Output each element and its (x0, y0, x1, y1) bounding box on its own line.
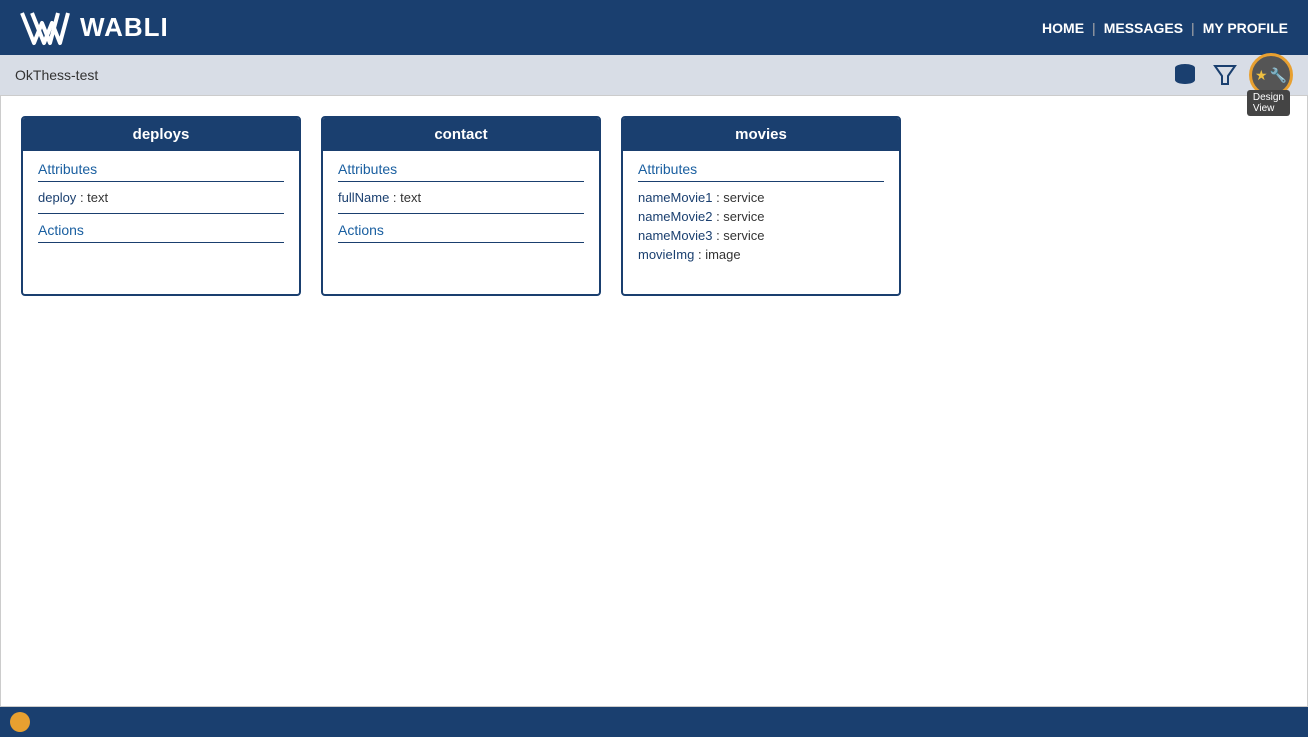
card-movies: movies Attributes nameMovie1 : service n… (621, 116, 901, 296)
project-name: OkThess-test (15, 67, 98, 83)
nav-sep-2: | (1191, 20, 1195, 36)
contact-actions-label: Actions (338, 222, 584, 243)
filter-icon (1211, 61, 1239, 89)
design-view-tooltip: DesignView (1247, 90, 1290, 116)
database-icon-btn[interactable] (1169, 59, 1201, 91)
star-icon: ★ (1255, 67, 1268, 84)
movies-attr-2: nameMovie3 : service (638, 228, 884, 243)
nav-home[interactable]: HOME (1042, 20, 1084, 36)
nav-sep-1: | (1092, 20, 1096, 36)
design-view-btn[interactable]: ★ 🔧 DesignView (1249, 53, 1293, 97)
contact-attributes-label: Attributes (338, 161, 584, 182)
movies-attr-0: nameMovie1 : service (638, 190, 884, 205)
main-nav: HOME | MESSAGES | MY PROFILE (1042, 20, 1288, 36)
subheader: OkThess-test ★ 🔧 DesignView (0, 55, 1308, 95)
wrench-icon: 🔧 (1270, 67, 1287, 84)
logo-icon (20, 8, 70, 48)
filter-icon-btn[interactable] (1209, 59, 1241, 91)
logo: WABLI (20, 8, 169, 48)
app-header: WABLI HOME | MESSAGES | MY PROFILE (0, 0, 1308, 55)
movies-attributes-label: Attributes (638, 161, 884, 182)
database-icon (1171, 61, 1199, 89)
card-deploys-body: Attributes deploy : text Actions (23, 151, 299, 261)
cards-container: deploys Attributes deploy : text Actions… (21, 116, 1287, 296)
card-movies-header: movies (623, 118, 899, 151)
movies-attr-3: movieImg : image (638, 247, 884, 262)
deploys-attr-deploy: deploy : text (38, 190, 284, 205)
bottom-bar (0, 707, 1308, 737)
card-contact: contact Attributes fullName : text Actio… (321, 116, 601, 296)
subheader-icons: ★ 🔧 DesignView (1169, 53, 1293, 97)
card-contact-body: Attributes fullName : text Actions (323, 151, 599, 261)
card-contact-header: contact (323, 118, 599, 151)
movies-attr-1: nameMovie2 : service (638, 209, 884, 224)
card-deploys: deploys Attributes deploy : text Actions (21, 116, 301, 296)
deploys-attributes-label: Attributes (38, 161, 284, 182)
logo-text: WABLI (80, 12, 169, 43)
deploys-actions-label: Actions (38, 222, 284, 243)
nav-profile[interactable]: MY PROFILE (1203, 20, 1288, 36)
contact-attr-fullname: fullName : text (338, 190, 584, 205)
card-deploys-header: deploys (23, 118, 299, 151)
card-movies-body: Attributes nameMovie1 : service nameMovi… (623, 151, 899, 276)
bottom-circle-indicator (10, 712, 30, 732)
main-content: deploys Attributes deploy : text Actions… (0, 95, 1308, 707)
nav-messages[interactable]: MESSAGES (1104, 20, 1183, 36)
